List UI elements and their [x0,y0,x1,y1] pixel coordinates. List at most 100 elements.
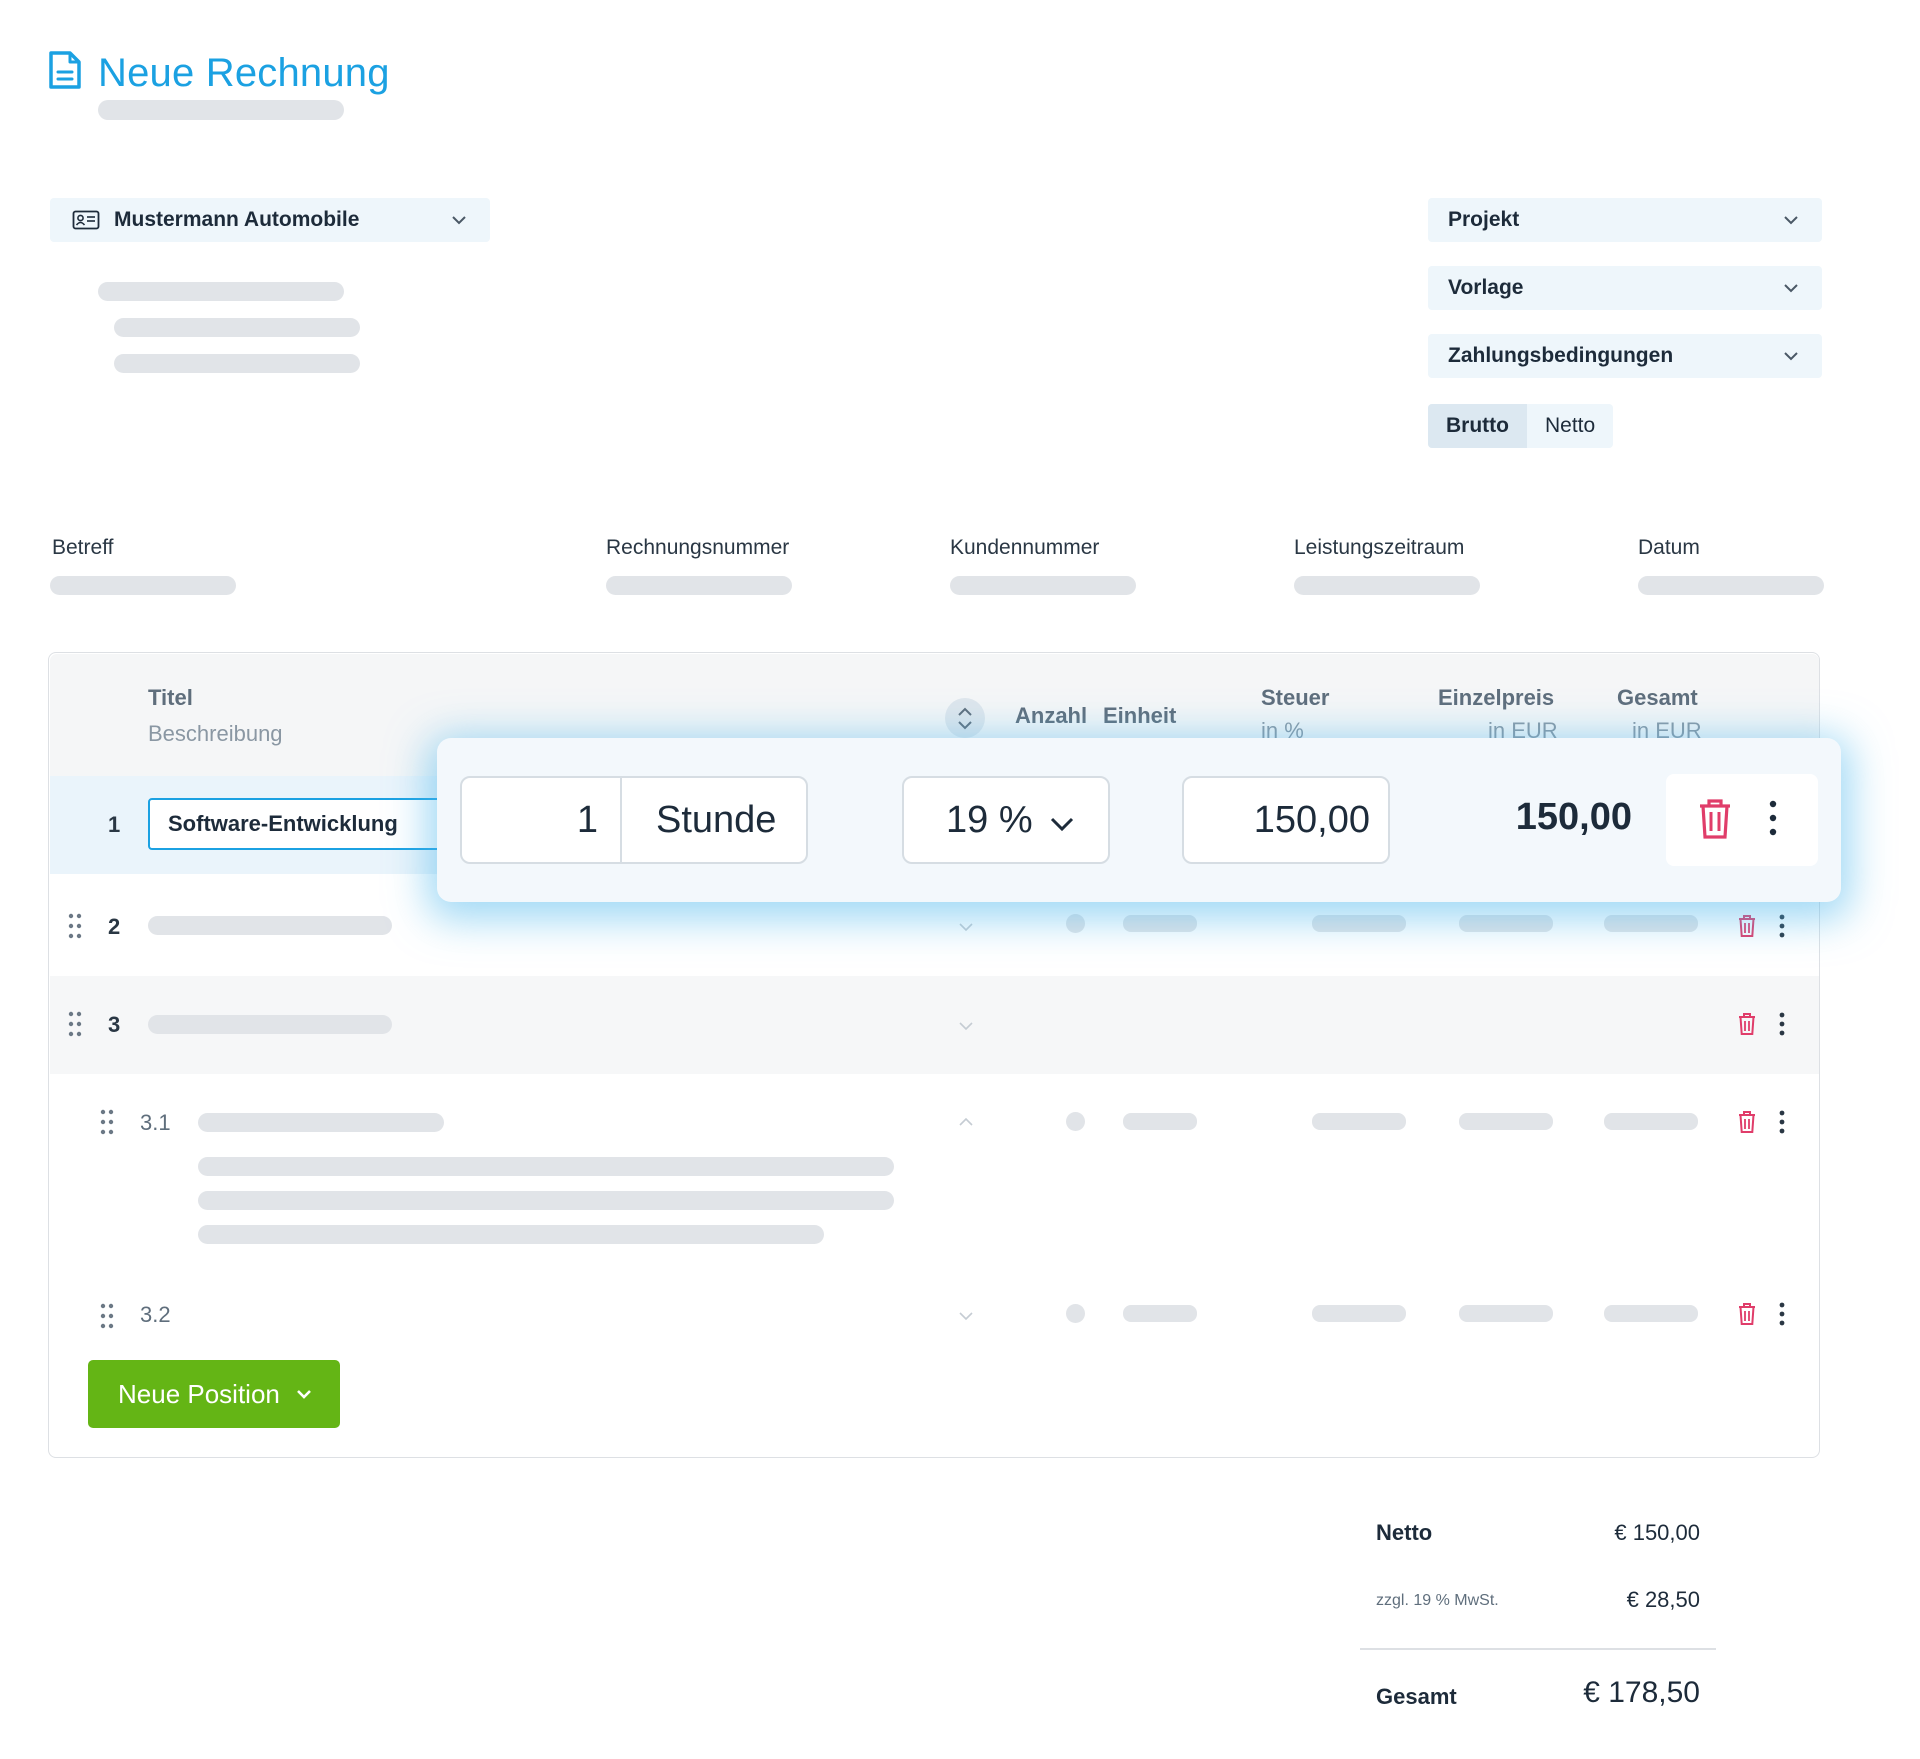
address-placeholder-1 [98,282,344,301]
total-placeholder [1604,915,1698,932]
drag-handle-icon[interactable] [99,1108,115,1136]
template-select[interactable]: Vorlage [1428,266,1822,310]
more-options-icon[interactable] [1778,1109,1786,1135]
trash-icon[interactable] [1696,797,1734,841]
row-total: 150,00 [1515,796,1632,838]
more-options-icon[interactable] [1778,1301,1786,1327]
header-total: Gesamt [1617,685,1698,710]
unit-placeholder [1123,915,1197,932]
chevron-down-icon [1784,216,1798,225]
header-description: Beschreibung [148,721,283,746]
vat-label: zzgl. 19 % MwSt. [1376,1592,1499,1609]
page-title: Neue Rechnung [98,51,390,95]
drag-handle-icon[interactable] [99,1302,115,1330]
service-period-label: Leistungszeitraum [1294,536,1465,559]
address-placeholder-2 [114,318,360,337]
drag-handle-icon[interactable] [67,912,83,940]
tax-placeholder [1312,1305,1406,1322]
tax-placeholder [1312,915,1406,932]
unit-placeholder [1123,1113,1197,1130]
chevron-down-icon [452,216,466,225]
customer-number-label: Kundennummer [950,536,1100,559]
row-title-placeholder [148,916,392,935]
invoice-number-field[interactable] [606,576,792,595]
more-options-icon[interactable] [1768,800,1778,836]
quantity-placeholder [1066,914,1085,933]
trash-icon[interactable] [1736,913,1758,939]
row-title-input[interactable]: Software-Entwicklung [148,798,468,850]
net-label: Netto [1376,1520,1433,1545]
vat-value: € 28,50 [1626,1587,1700,1612]
gross-label: Gesamt [1376,1684,1457,1709]
header-quantity: Anzahl [1015,703,1088,728]
sort-toggle-icon[interactable] [945,698,985,738]
net-value: € 150,00 [1614,1520,1700,1545]
row-number: 3 [108,1012,121,1037]
gross-value: € 178,50 [1583,1676,1700,1709]
unit-price-placeholder [1459,1113,1553,1130]
price-mode-netto[interactable]: Netto [1527,404,1613,448]
unit-input[interactable]: Stunde [622,799,776,842]
row-title-placeholder [148,1015,392,1034]
totals-divider [1360,1648,1716,1650]
quantity-placeholder [1066,1112,1085,1131]
subtitle-placeholder [98,100,344,120]
unit-price-placeholder [1459,1305,1553,1322]
header-title: Titel [148,685,193,710]
price-mode-brutto[interactable]: Brutto [1428,404,1527,448]
row-number: 1 [108,812,121,837]
unit-price-placeholder [1459,915,1553,932]
chevron-down-icon[interactable] [958,1020,974,1032]
row-number: 3.2 [140,1302,171,1327]
trash-icon[interactable] [1736,1011,1758,1037]
row-actions [1666,774,1818,866]
header-unit-price: Einzelpreis [1438,685,1555,710]
header-unit: Einheit [1103,703,1177,728]
chevron-down-icon [296,1390,311,1399]
description-placeholder-2 [198,1191,894,1210]
date-field[interactable] [1638,576,1824,595]
payment-terms-select[interactable]: Zahlungsbedingungen [1428,334,1822,378]
chevron-down-icon[interactable] [958,1310,974,1322]
chevron-up-icon[interactable] [958,1116,974,1128]
document-icon [49,51,81,89]
trash-icon[interactable] [1736,1109,1758,1135]
quantity-input[interactable]: 1 [462,778,622,862]
drag-handle-icon[interactable] [67,1010,83,1038]
chevron-down-icon [1050,817,1074,832]
project-select[interactable]: Projekt [1428,198,1822,242]
service-period-field[interactable] [1294,576,1480,595]
more-options-icon[interactable] [1778,1011,1786,1037]
contact-card-icon [72,210,100,230]
tax-placeholder [1312,1113,1406,1130]
row-number: 2 [108,914,121,939]
total-placeholder [1604,1305,1698,1322]
subject-field[interactable] [50,576,236,595]
more-options-icon[interactable] [1778,913,1786,939]
quantity-unit-input: 1 Stunde [460,776,808,864]
project-select-label: Projekt [1448,208,1520,231]
price-mode-toggle: Brutto Netto [1428,404,1614,448]
subject-label: Betreff [52,536,114,559]
invoice-number-label: Rechnungsnummer [606,536,790,559]
date-label: Datum [1638,536,1700,559]
new-position-button[interactable]: Neue Position [88,1360,340,1428]
address-placeholder-3 [114,354,360,373]
description-placeholder-3 [198,1225,824,1244]
header-tax: Steuer [1261,685,1330,710]
total-placeholder [1604,1113,1698,1130]
description-placeholder-1 [198,1157,894,1176]
template-select-label: Vorlage [1448,276,1524,299]
customer-select[interactable]: Mustermann Automobile [50,198,490,242]
chevron-down-icon [1784,284,1798,293]
row-title-placeholder [198,1113,444,1132]
trash-icon[interactable] [1736,1301,1758,1327]
tax-select-value: 19 % [946,798,1033,841]
unit-placeholder [1123,1305,1197,1322]
unit-price-input[interactable]: 150,00 [1182,776,1390,864]
customer-number-field[interactable] [950,576,1136,595]
tax-select[interactable]: 19 % [902,776,1110,864]
chevron-down-icon [1784,352,1798,361]
chevron-down-icon[interactable] [958,921,974,933]
new-position-button-label: Neue Position [118,1378,280,1409]
